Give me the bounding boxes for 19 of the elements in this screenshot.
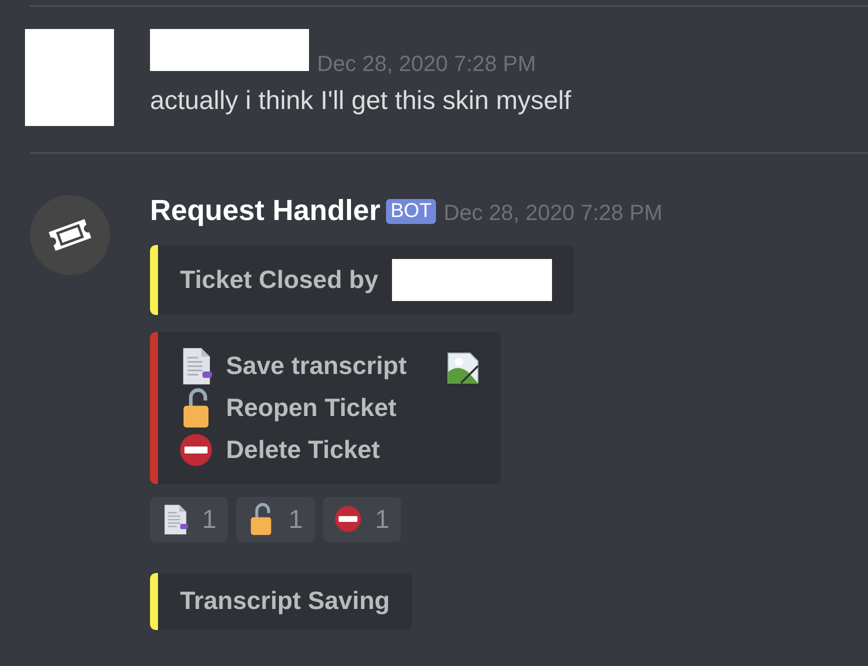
- reaction-button[interactable]: 1: [150, 496, 228, 542]
- bot-tag: BOT: [386, 199, 436, 224]
- embed-line: Reopen Ticket: [226, 392, 396, 424]
- reaction-button[interactable]: 1: [322, 496, 402, 542]
- timestamp: Dec 28, 2020 7:28 PM: [444, 200, 662, 226]
- no-entry-icon: [334, 506, 361, 532]
- document-icon: [180, 346, 212, 386]
- embed-line: Delete Ticket: [226, 434, 380, 466]
- broken-image-icon: [446, 352, 479, 384]
- ticket-icon: [47, 217, 93, 253]
- author-name: Request Handler: [150, 195, 380, 228]
- embed-line: Save transcript: [226, 351, 407, 382]
- no-entry-icon: [180, 434, 212, 466]
- embed-text: Ticket Closed by: [180, 266, 378, 294]
- reaction-button[interactable]: 1: [236, 496, 315, 542]
- timestamp: Dec 28, 2020 7:28 PM: [317, 51, 536, 77]
- message-text: actually i think I'll get this skin myself: [150, 85, 572, 116]
- embed-text: Transcript Saving: [180, 586, 390, 616]
- document-icon: [162, 504, 188, 535]
